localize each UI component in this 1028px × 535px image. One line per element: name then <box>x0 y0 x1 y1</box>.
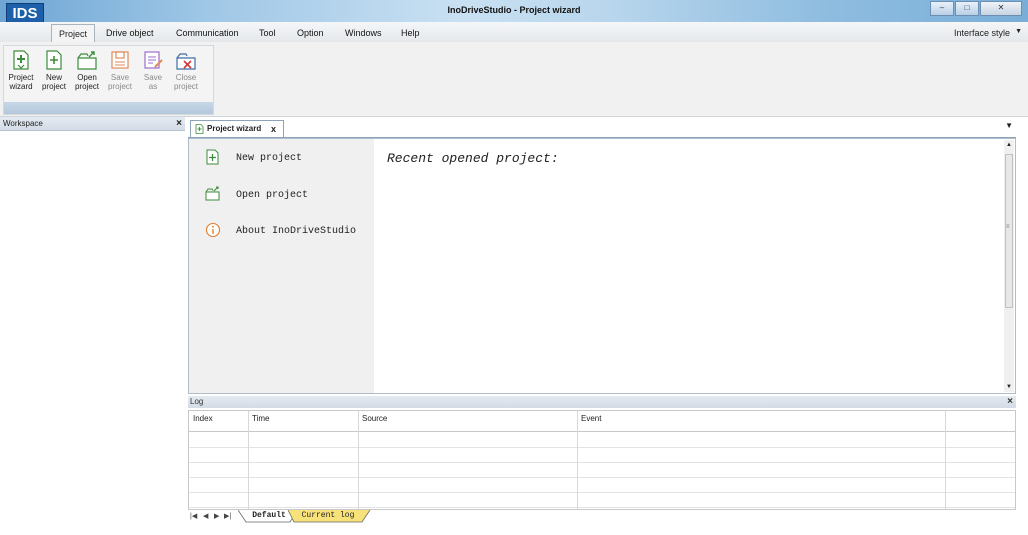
new-project-button[interactable]: New project <box>38 49 70 91</box>
menu-project[interactable]: Project <box>51 24 95 43</box>
workspace-title: Workspace <box>3 119 43 128</box>
table-row[interactable] <box>189 462 1015 478</box>
save-project-label-2: project <box>107 82 132 91</box>
window-title: InoDriveStudio - Project wizard <box>447 5 581 15</box>
project-wizard-label-1: Project <box>8 73 34 82</box>
close-project-label-1: Close <box>175 73 197 82</box>
new-project-label-2: project <box>41 82 66 91</box>
workspace-close-icon[interactable]: × <box>176 117 182 130</box>
menu-bar: Project Drive object Communication Tool … <box>0 22 1028 43</box>
wizard-new-project-label: New project <box>236 153 303 164</box>
project-wizard-panel: New project Open project About InoDriveS… <box>188 138 1016 394</box>
workspace-pane-header: Workspace × <box>0 117 185 131</box>
save-as-button[interactable]: Save as <box>137 49 169 91</box>
new-project-icon <box>206 149 219 165</box>
wizard-open-project[interactable]: Open project <box>205 186 365 204</box>
interface-style-menu[interactable]: Interface style <box>954 28 1010 38</box>
close-project-icon <box>176 53 196 70</box>
recent-projects-title: Recent opened project: <box>387 151 559 166</box>
first-sheet-icon[interactable]: |◀ <box>190 512 197 520</box>
project-wizard-label-2: wizard <box>9 82 33 91</box>
menu-help[interactable]: Help <box>401 28 420 38</box>
log-close-icon[interactable]: × <box>1007 396 1013 408</box>
minimize-button[interactable]: – <box>930 1 954 16</box>
project-wizard-icon <box>195 124 204 134</box>
open-folder-icon <box>205 186 220 201</box>
log-table-header: Index Time Source Event <box>189 411 1015 432</box>
menu-drive-object[interactable]: Drive object <box>106 28 154 38</box>
column-header-index[interactable]: Index <box>193 414 213 423</box>
new-project-label-1: New <box>45 73 62 82</box>
open-project-button[interactable]: Open project <box>71 49 103 91</box>
wizard-actions: New project Open project About InoDriveS… <box>189 139 374 393</box>
sheet-tab-current-log[interactable]: Current log <box>296 510 360 522</box>
close-project-label-2: project <box>173 82 198 91</box>
column-header-time[interactable]: Time <box>252 414 269 423</box>
ribbon: Project wizard New project Open project <box>0 42 1028 117</box>
open-project-icon <box>77 51 97 70</box>
ribbon-group-footer <box>4 102 213 114</box>
column-divider <box>945 411 946 509</box>
log-pane-header: Log × <box>188 396 1016 408</box>
save-project-icon <box>111 51 129 69</box>
new-project-icon <box>46 50 62 70</box>
ribbon-group-project: Project wizard New project Open project <box>3 45 214 115</box>
info-icon <box>205 222 221 238</box>
save-project-button[interactable]: Save project <box>104 49 136 91</box>
log-title: Log <box>190 397 204 406</box>
wizard-open-project-label: Open project <box>236 190 309 201</box>
tab-list-dropdown-icon[interactable]: ▼ <box>1005 121 1013 130</box>
scroll-down-icon[interactable]: ▼ <box>1006 384 1012 390</box>
menu-tool[interactable]: Tool <box>259 28 276 38</box>
menu-windows[interactable]: Windows <box>345 28 382 38</box>
restore-button[interactable]: □ <box>955 1 979 16</box>
next-sheet-icon[interactable]: ▶ <box>214 512 219 520</box>
column-divider <box>358 411 359 509</box>
wizard-new-project[interactable]: New project <box>205 149 365 167</box>
column-header-event[interactable]: Event <box>581 414 601 423</box>
tab-label: Project wizard <box>207 124 262 133</box>
last-sheet-icon[interactable]: ▶| <box>224 512 231 520</box>
save-as-icon <box>144 51 163 69</box>
table-row[interactable] <box>189 432 1015 448</box>
save-project-label-1: Save <box>110 73 130 82</box>
save-as-label-2: as <box>148 82 158 91</box>
table-row[interactable] <box>189 477 1015 493</box>
menu-communication[interactable]: Communication <box>176 28 239 38</box>
log-table: Index Time Source Event <box>188 410 1016 510</box>
scroll-up-icon[interactable]: ▲ <box>1006 142 1012 148</box>
wizard-scrollbar[interactable]: ▲ ≡ ▼ <box>1004 140 1014 392</box>
project-wizard-button[interactable]: Project wizard <box>5 49 37 91</box>
column-divider <box>248 411 249 509</box>
wizard-about[interactable]: About InoDriveStudio <box>205 222 365 240</box>
menu-option[interactable]: Option <box>297 28 324 38</box>
open-project-label-2: project <box>74 82 99 91</box>
prev-sheet-icon[interactable]: ◀ <box>203 512 208 520</box>
window-controls: – □ ✕ <box>929 1 1022 16</box>
wizard-about-label: About InoDriveStudio <box>236 226 357 237</box>
title-bar: IDS InoDriveStudio - Project wizard – □ … <box>0 0 1028 24</box>
project-wizard-icon <box>13 50 29 70</box>
sheet-tab-default[interactable]: Default <box>248 510 290 522</box>
log-sheet-bar: |◀ ◀ ▶ ▶| Default Current log <box>188 510 1016 523</box>
chevron-down-icon[interactable]: ▼ <box>1015 28 1022 35</box>
close-window-button[interactable]: ✕ <box>980 1 1022 16</box>
column-header-source[interactable]: Source <box>362 414 387 423</box>
save-as-label-1: Save <box>143 73 163 82</box>
table-row[interactable] <box>189 447 1015 463</box>
scroll-grip-icon: ≡ <box>1006 224 1010 230</box>
close-project-button[interactable]: Close project <box>170 49 202 91</box>
column-divider <box>577 411 578 509</box>
table-row[interactable] <box>189 492 1015 508</box>
tab-project-wizard[interactable]: Project wizard x <box>190 120 284 137</box>
scrollbar-thumb[interactable] <box>1005 154 1013 308</box>
document-tab-strip: Project wizard x ▼ <box>188 117 1016 138</box>
open-project-label-1: Open <box>77 73 97 82</box>
tab-close-icon[interactable]: x <box>271 121 276 137</box>
